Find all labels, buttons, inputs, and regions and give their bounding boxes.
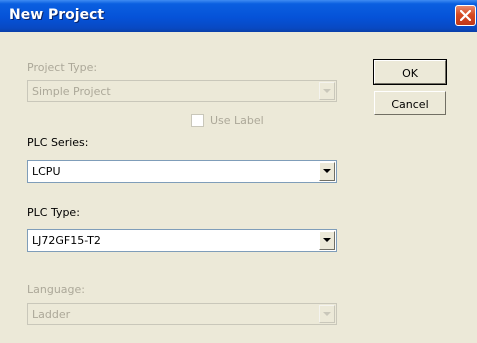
project-type-select[interactable]: Simple Project bbox=[27, 80, 337, 102]
chevron-down-icon bbox=[323, 312, 331, 316]
project-type-value: Simple Project bbox=[32, 85, 111, 98]
language-label: Language: bbox=[27, 283, 85, 296]
close-button[interactable] bbox=[455, 5, 476, 26]
plc-series-value: LCPU bbox=[32, 165, 61, 178]
plc-series-select[interactable]: LCPU bbox=[27, 160, 337, 183]
plc-series-label: PLC Series: bbox=[27, 136, 89, 149]
chevron-down-icon bbox=[323, 89, 331, 93]
chevron-down-icon bbox=[323, 169, 331, 173]
project-type-label: Project Type: bbox=[27, 61, 98, 74]
close-icon bbox=[460, 10, 471, 21]
cancel-button[interactable]: Cancel bbox=[374, 91, 446, 115]
plc-type-select[interactable]: LJ72GF15-T2 bbox=[27, 229, 337, 252]
dialog-title: New Project bbox=[9, 7, 105, 23]
language-dropdown-button[interactable] bbox=[319, 305, 335, 323]
chevron-down-icon bbox=[323, 238, 331, 242]
use-label-checkbox[interactable] bbox=[191, 114, 204, 127]
ok-button[interactable]: OK bbox=[373, 59, 447, 85]
plc-type-value: LJ72GF15-T2 bbox=[32, 234, 101, 247]
plc-series-dropdown-button[interactable] bbox=[319, 162, 335, 181]
language-value: Ladder bbox=[32, 308, 71, 321]
project-type-dropdown-button[interactable] bbox=[319, 82, 335, 100]
ok-button-label: OK bbox=[402, 67, 418, 80]
cancel-button-label: Cancel bbox=[391, 98, 429, 111]
title-bar[interactable]: New Project bbox=[0, 0, 477, 32]
plc-type-dropdown-button[interactable] bbox=[319, 231, 335, 250]
plc-type-label: PLC Type: bbox=[27, 206, 80, 219]
use-label-text: Use Label bbox=[210, 114, 264, 127]
language-select[interactable]: Ladder bbox=[27, 303, 337, 325]
